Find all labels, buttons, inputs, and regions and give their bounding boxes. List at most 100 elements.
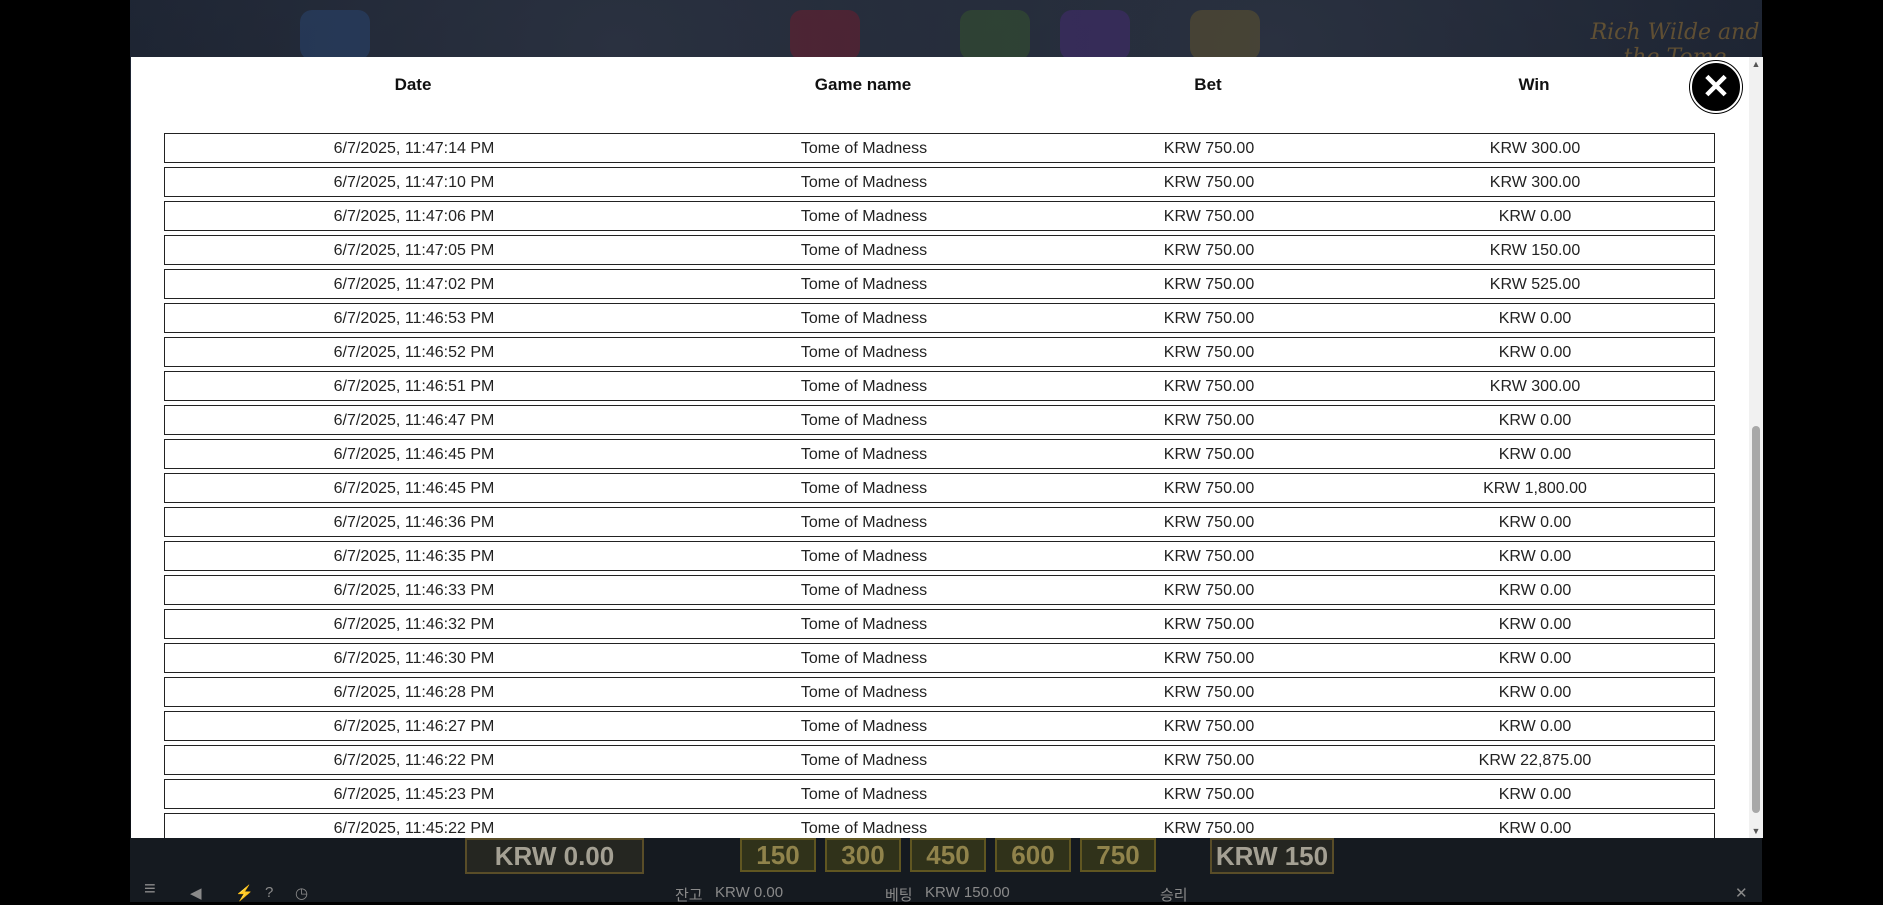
cell-date: 6/7/2025, 11:46:28 PM xyxy=(333,684,495,701)
cell-win: KRW 0.00 xyxy=(1498,684,1572,701)
cell-game-name: Tome of Madness xyxy=(800,616,928,633)
cell-bet: KRW 750.00 xyxy=(1163,276,1255,293)
scroll-down-arrow-icon[interactable]: ▼ xyxy=(1749,824,1763,838)
cell-win: KRW 0.00 xyxy=(1498,548,1572,565)
cell-game-name: Tome of Madness xyxy=(800,548,928,565)
cell-game-name: Tome of Madness xyxy=(800,446,928,463)
bet-chip[interactable]: 450 xyxy=(910,838,986,872)
cell-date: 6/7/2025, 11:45:22 PM xyxy=(333,820,495,837)
cell-date: 6/7/2025, 11:46:30 PM xyxy=(333,650,495,667)
footer-bar: ≡ ◀ ⚡ ? ◷ 잔고 KRW 0.00 베팅 KRW 150.00 승리 ✕ xyxy=(130,878,1762,904)
table-row: 6/7/2025, 11:47:05 PM Tome of Madness KRW … xyxy=(164,235,1715,265)
background-gem-purple xyxy=(1060,10,1130,60)
cell-bet: KRW 750.00 xyxy=(1163,480,1255,497)
bet-chip[interactable]: 750 xyxy=(1080,838,1156,872)
cell-win: KRW 22,875.00 xyxy=(1478,752,1592,769)
table-row: 6/7/2025, 11:46:51 PM Tome of Madness KRW … xyxy=(164,371,1715,401)
cell-bet: KRW 750.00 xyxy=(1163,684,1255,701)
cell-win: KRW 0.00 xyxy=(1498,310,1572,327)
header-game-name: Game name xyxy=(814,75,912,94)
footer-close-icon[interactable]: ✕ xyxy=(1735,884,1748,902)
scroll-thumb[interactable] xyxy=(1752,426,1760,813)
cell-date: 6/7/2025, 11:46:45 PM xyxy=(333,446,495,463)
cell-win: KRW 0.00 xyxy=(1498,514,1572,531)
cell-game-name: Tome of Madness xyxy=(800,480,928,497)
table-row: 6/7/2025, 11:46:52 PM Tome of Madness KRW … xyxy=(164,337,1715,367)
cell-win: KRW 0.00 xyxy=(1498,786,1572,803)
scrollbar[interactable]: ▲ ▼ xyxy=(1749,57,1763,838)
cell-game-name: Tome of Madness xyxy=(800,378,928,395)
cell-bet: KRW 750.00 xyxy=(1163,174,1255,191)
cell-date: 6/7/2025, 11:45:23 PM xyxy=(333,786,495,803)
table-row: 6/7/2025, 11:46:28 PM Tome of Madness KRW … xyxy=(164,677,1715,707)
cell-win: KRW 300.00 xyxy=(1489,174,1581,191)
close-button[interactable]: ✕ xyxy=(1690,61,1742,113)
cell-date: 6/7/2025, 11:46:33 PM xyxy=(333,582,495,599)
table-row: 6/7/2025, 11:47:10 PM Tome of Madness KRW … xyxy=(164,167,1715,197)
table-row: 6/7/2025, 11:46:36 PM Tome of Madness KRW … xyxy=(164,507,1715,537)
cell-date: 6/7/2025, 11:47:05 PM xyxy=(333,242,495,259)
history-icon[interactable]: ◷ xyxy=(295,884,308,902)
cell-game-name: Tome of Madness xyxy=(800,412,928,429)
background-gem-blue xyxy=(300,10,370,60)
cell-win: KRW 300.00 xyxy=(1489,140,1581,157)
cell-bet: KRW 750.00 xyxy=(1163,514,1255,531)
sound-icon[interactable]: ◀ xyxy=(190,884,202,902)
cell-game-name: Tome of Madness xyxy=(800,344,928,361)
turbo-icon[interactable]: ⚡ xyxy=(235,884,254,902)
cell-bet: KRW 750.00 xyxy=(1163,616,1255,633)
close-icon: ✕ xyxy=(1701,68,1731,106)
game-logo: Rich Wilde and the Tome xyxy=(1590,20,1760,70)
cell-game-name: Tome of Madness xyxy=(800,208,928,225)
menu-icon[interactable]: ≡ xyxy=(144,878,156,901)
cell-bet: KRW 750.00 xyxy=(1163,310,1255,327)
cell-bet: KRW 750.00 xyxy=(1163,820,1255,837)
cell-date: 6/7/2025, 11:46:32 PM xyxy=(333,616,495,633)
cell-game-name: Tome of Madness xyxy=(800,752,928,769)
cell-game-name: Tome of Madness xyxy=(800,684,928,701)
table-header: Date Game name Bet Win xyxy=(131,57,1751,113)
cell-win: KRW 0.00 xyxy=(1498,412,1572,429)
cell-date: 6/7/2025, 11:46:45 PM xyxy=(333,480,495,497)
cell-bet: KRW 750.00 xyxy=(1163,718,1255,735)
cell-win: KRW 0.00 xyxy=(1498,344,1572,361)
cell-game-name: Tome of Madness xyxy=(800,786,928,803)
cell-win: KRW 0.00 xyxy=(1498,208,1572,225)
cell-game-name: Tome of Madness xyxy=(800,514,928,531)
cell-date: 6/7/2025, 11:46:22 PM xyxy=(333,752,495,769)
table-row: 6/7/2025, 11:46:22 PM Tome of Madness KRW … xyxy=(164,745,1715,775)
cell-game-name: Tome of Madness xyxy=(800,242,928,259)
footer-bet-value: KRW 150.00 xyxy=(925,884,1010,901)
cell-win: KRW 300.00 xyxy=(1489,378,1581,395)
cell-date: 6/7/2025, 11:46:35 PM xyxy=(333,548,495,565)
background-gem-red xyxy=(790,10,860,60)
cell-game-name: Tome of Madness xyxy=(800,820,928,837)
table-row: 6/7/2025, 11:46:30 PM Tome of Madness KRW … xyxy=(164,643,1715,673)
bet-chip[interactable]: 150 xyxy=(740,838,816,872)
cell-win: KRW 0.00 xyxy=(1498,616,1572,633)
cell-game-name: Tome of Madness xyxy=(800,310,928,327)
background-gem-green xyxy=(960,10,1030,60)
cell-win: KRW 0.00 xyxy=(1498,582,1572,599)
history-modal: Date Game name Bet Win 6/7/2025, 11:47:1… xyxy=(131,57,1763,838)
header-win: Win xyxy=(1518,75,1550,94)
cell-bet: KRW 750.00 xyxy=(1163,650,1255,667)
cell-bet: KRW 750.00 xyxy=(1163,548,1255,565)
cell-bet: KRW 750.00 xyxy=(1163,242,1255,259)
table-row: 6/7/2025, 11:45:22 PM Tome of Madness KRW … xyxy=(164,813,1715,838)
footer-balance-value: KRW 0.00 xyxy=(715,884,784,901)
bet-chip[interactable]: 600 xyxy=(995,838,1071,872)
table-row: 6/7/2025, 11:46:33 PM Tome of Madness KRW … xyxy=(164,575,1715,605)
cell-game-name: Tome of Madness xyxy=(800,718,928,735)
table-row: 6/7/2025, 11:46:53 PM Tome of Madness KRW … xyxy=(164,303,1715,333)
header-date: Date xyxy=(394,75,432,94)
table-row: 6/7/2025, 11:46:35 PM Tome of Madness KRW … xyxy=(164,541,1715,571)
bet-chip[interactable]: 300 xyxy=(825,838,901,872)
cell-win: KRW 150.00 xyxy=(1489,242,1581,259)
table-row: 6/7/2025, 11:47:02 PM Tome of Madness KRW … xyxy=(164,269,1715,299)
scroll-up-arrow-icon[interactable]: ▲ xyxy=(1749,57,1763,71)
cell-bet: KRW 750.00 xyxy=(1163,786,1255,803)
table-row: 6/7/2025, 11:45:23 PM Tome of Madness KRW … xyxy=(164,779,1715,809)
help-icon[interactable]: ? xyxy=(265,884,273,901)
table-row: 6/7/2025, 11:46:45 PM Tome of Madness KRW … xyxy=(164,473,1715,503)
